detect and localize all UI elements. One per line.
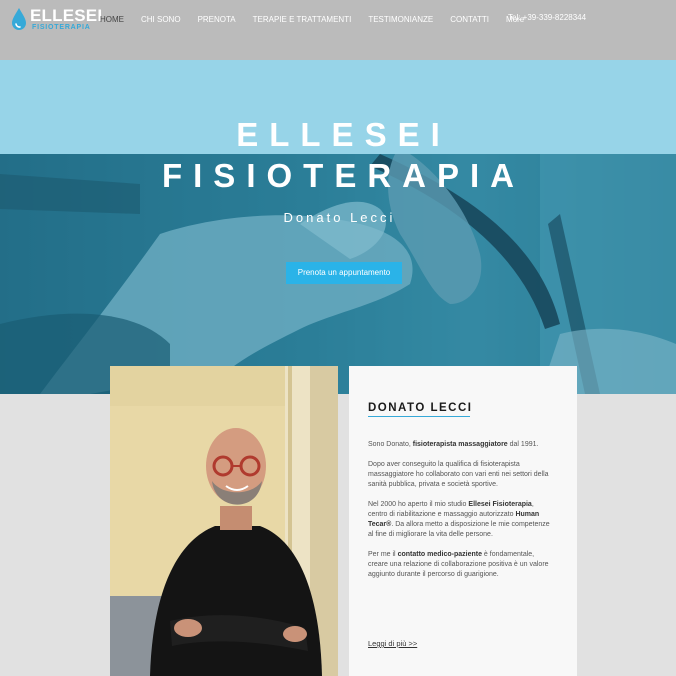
nav-item-home[interactable]: HOME bbox=[100, 15, 124, 24]
hero-title-line2: FISIOTERAPIA bbox=[161, 157, 526, 194]
about-paragraph-4: Per me il contatto medico-paziente è fon… bbox=[368, 550, 554, 580]
title-underline bbox=[368, 416, 470, 417]
nav-item-testimonianze[interactable]: TESTIMONIANZE bbox=[368, 15, 433, 24]
text-run: . Da allora metto a disposizione le mie … bbox=[368, 521, 550, 538]
portrait-illustration bbox=[110, 366, 338, 676]
about-text: Sono Donato, fisioterapista massaggiator… bbox=[368, 440, 554, 590]
water-drop-icon bbox=[12, 8, 26, 30]
main-nav: HOME CHI SONO PRENOTA TERAPIE E TRATTAME… bbox=[100, 12, 541, 26]
nav-item-terapie[interactable]: TERAPIE E TRATTAMENTI bbox=[253, 15, 352, 24]
bold-text: fisioterapista massaggiatore bbox=[412, 441, 508, 448]
hero-section: ELLESEI FISIOTERAPIA Donato Lecci Prenot… bbox=[0, 60, 676, 394]
text-run: Per me il bbox=[368, 551, 398, 558]
phone-link[interactable]: Tel: +39-339-8228344 bbox=[508, 13, 586, 22]
about-paragraph-2: Dopo aver conseguito la qualifica di fis… bbox=[368, 460, 554, 490]
site-logo[interactable]: ELLESEI FISIOTERAPIA bbox=[8, 4, 103, 34]
about-paragraph-3: Nel 2000 ho aperto il mio studio Ellesei… bbox=[368, 500, 554, 540]
bold-text: contatto medico-paziente bbox=[397, 551, 482, 558]
text-run: dal 1991. bbox=[507, 441, 539, 448]
site-header: ELLESEI FISIOTERAPIA HOME CHI SONO PRENO… bbox=[0, 0, 676, 60]
hero-title-line1: ELLESEI bbox=[236, 116, 451, 153]
text-run: Dopo aver conseguito la qualifica di fis… bbox=[368, 461, 549, 488]
nav-item-prenota[interactable]: PRENOTA bbox=[198, 15, 236, 24]
read-more-link[interactable]: Leggi di più >> bbox=[368, 639, 417, 648]
nav-item-chi-sono[interactable]: CHI SONO bbox=[141, 15, 181, 24]
bold-text: Ellesei Fisioterapia bbox=[468, 501, 532, 508]
logo-title: ELLESEI bbox=[30, 6, 103, 25]
text-run: Sono Donato, bbox=[368, 441, 413, 448]
book-appointment-button[interactable]: Prenota un appuntamento bbox=[286, 262, 402, 284]
text-run: Nel 2000 ho aperto il mio studio bbox=[368, 501, 469, 508]
about-paragraph-1: Sono Donato, fisioterapista massaggiator… bbox=[368, 440, 554, 450]
nav-item-contatti[interactable]: CONTATTI bbox=[450, 15, 489, 24]
about-title: DONATO LECCI bbox=[368, 402, 473, 414]
logo-subtitle: FISIOTERAPIA bbox=[32, 24, 91, 31]
hero-subtitle: Donato Lecci bbox=[283, 210, 396, 225]
about-card: DONATO LECCI Sono Donato, fisioterapista… bbox=[349, 366, 577, 676]
portrait-photo bbox=[110, 366, 338, 676]
